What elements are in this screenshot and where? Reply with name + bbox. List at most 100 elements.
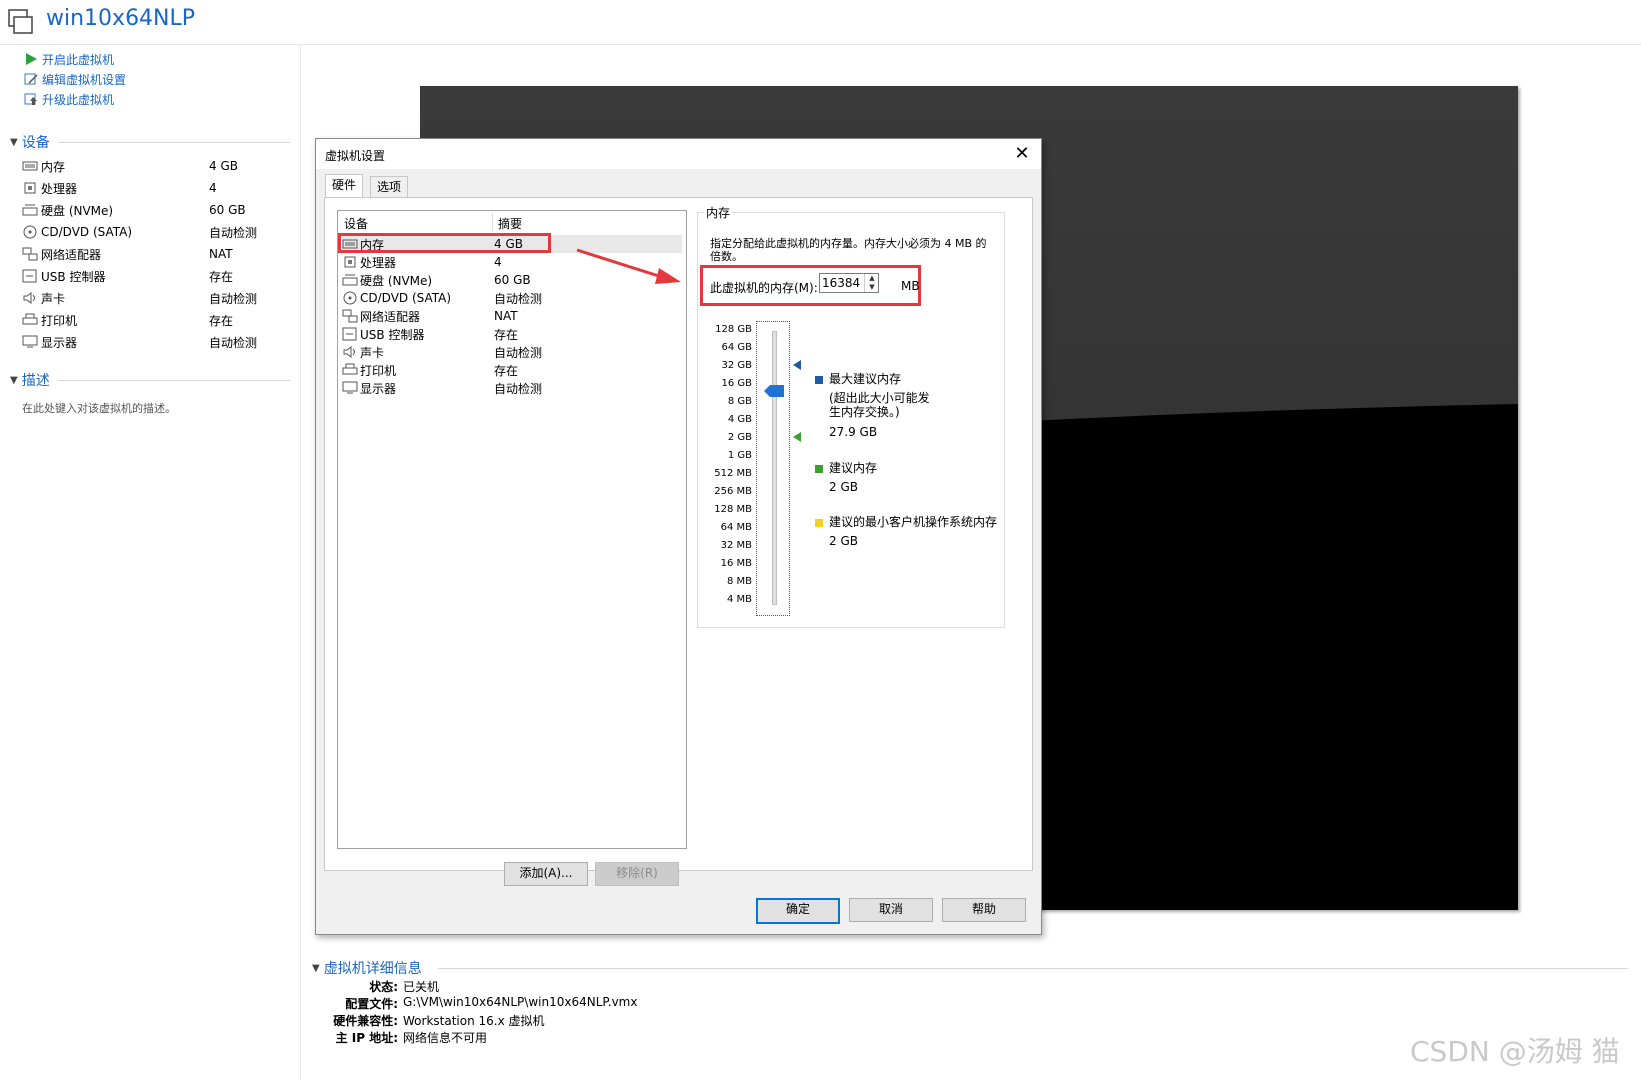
- device-row-display[interactable]: 显示器 自动检测: [22, 332, 292, 352]
- edit-settings-icon: [24, 73, 38, 85]
- scale-tick-label: 2 GB: [727, 432, 752, 443]
- section-divider: [438, 968, 1628, 969]
- device-row-memory[interactable]: 内存 4 GB: [22, 156, 292, 176]
- legend-minimum-title: 建议的最小客户机操作系统内存: [829, 515, 998, 529]
- devices-section-header[interactable]: ▼ 设备: [10, 132, 50, 152]
- network-adapter-icon: [22, 247, 38, 261]
- scale-tick-label: 4 GB: [727, 414, 752, 425]
- hard-disk-icon: [22, 204, 38, 216]
- edit-vm-settings-link[interactable]: 编辑虚拟机设置: [24, 70, 126, 88]
- tab-hardware[interactable]: 硬件: [325, 174, 364, 198]
- scale-tick-label: 256 MB: [714, 486, 752, 497]
- sound-card-icon: [343, 346, 355, 358]
- scale-tick-label: 8 MB: [726, 576, 752, 587]
- ok-button[interactable]: 确定: [756, 898, 840, 924]
- processor-icon: [24, 182, 36, 194]
- legend-recommended-title: 建议内存: [829, 461, 878, 475]
- close-icon[interactable]: ✕: [1011, 143, 1033, 165]
- cancel-button[interactable]: 取消: [849, 898, 933, 922]
- device-row-printer[interactable]: 打印机 存在: [22, 310, 292, 330]
- detail-row-ip-address: 主 IP 地址: 网络信息不可用: [335, 1031, 488, 1045]
- list-item-printer[interactable]: 打印机 存在: [342, 361, 682, 379]
- scale-tick-label: 64 GB: [721, 342, 752, 353]
- scale-tick-label: 16 MB: [720, 558, 752, 569]
- memory-description: 指定分配给此虚拟机的内存量。内存大小必须为 4 MB 的倍数。: [710, 237, 987, 263]
- description-section-header[interactable]: ▼ 描述: [10, 370, 50, 390]
- legend-recommended-value: 2 GB: [829, 480, 858, 494]
- device-row-network-adapter[interactable]: 网络适配器 NAT: [22, 244, 292, 264]
- scale-tick-label: 16 GB: [721, 378, 752, 389]
- detail-row-state: 状态: 已关机: [369, 980, 440, 994]
- remove-hardware-button[interactable]: 移除(R): [595, 862, 679, 886]
- description-placeholder[interactable]: 在此处键入对该虚拟机的描述。: [22, 400, 176, 416]
- cd-dvd-icon: [23, 225, 37, 239]
- hardware-tab-panel: 设备 摘要 内存 4 GB 处理器 4 硬盘 (NVMe) 60 GB CD/DVD …: [324, 197, 1033, 886]
- legend-swatch-max: [815, 376, 823, 384]
- memory-row-highlight: [338, 233, 551, 253]
- legend-max-note: (超出此大小可能发生内存交换。): [829, 391, 930, 419]
- device-row-hard-disk[interactable]: 硬盘 (NVMe) 60 GB: [22, 200, 292, 220]
- memory-group-title: 内存: [704, 204, 733, 221]
- spin-up-icon[interactable]: ▲: [865, 274, 879, 283]
- power-on-vm-link[interactable]: 开启此虚拟机: [24, 50, 114, 68]
- device-row-sound-card[interactable]: 声卡 自动检测: [22, 288, 292, 308]
- scale-tick-label: 64 MB: [720, 522, 752, 533]
- list-item-usb-controller[interactable]: USB 控制器 存在: [342, 325, 682, 343]
- list-item-cd-dvd[interactable]: CD/DVD (SATA) 自动检测: [342, 289, 682, 307]
- dialog-title: 虚拟机设置: [325, 149, 386, 163]
- scale-tick-label: 1 GB: [727, 450, 752, 461]
- printer-icon: [22, 313, 38, 325]
- scale-tick-label: 512 MB: [714, 468, 752, 479]
- network-adapter-icon: [342, 309, 358, 323]
- memory-field-label: 此虚拟机的内存(M):: [710, 281, 818, 295]
- memory-unit: MB: [901, 279, 920, 293]
- printer-icon: [342, 363, 358, 375]
- detail-row-config-file: 配置文件: G:\VM\win10x64NLP\win10x64NLP.vmx: [345, 995, 638, 1011]
- legend-minimum-value: 2 GB: [829, 534, 858, 548]
- column-header-device[interactable]: 设备: [344, 215, 368, 232]
- legend-swatch-minimum: [815, 519, 823, 527]
- vm-details-section-header[interactable]: ▼ 虚拟机详细信息: [312, 958, 422, 978]
- sound-card-icon: [23, 292, 35, 304]
- list-item-network-adapter[interactable]: 网络适配器 NAT: [342, 307, 682, 325]
- virtual-machine-icon: [8, 9, 33, 34]
- memory-spinner[interactable]: ▲ ▼: [864, 274, 879, 292]
- memory-slider-track[interactable]: [772, 331, 777, 605]
- scale-tick-label: 32 GB: [721, 360, 752, 371]
- memory-settings-group: 内存 指定分配给此虚拟机的内存量。内存大小必须为 4 MB 的倍数。 此虚拟机的…: [697, 204, 1005, 628]
- watermark: CSDN @汤姆 猫: [1410, 1035, 1620, 1068]
- display-icon: [22, 335, 38, 348]
- device-row-usb-controller[interactable]: USB 控制器 存在: [22, 266, 292, 286]
- tab-options[interactable]: 选项: [370, 176, 409, 198]
- list-item-sound-card[interactable]: 声卡 自动检测: [342, 343, 682, 361]
- section-divider: [58, 142, 290, 143]
- display-icon: [342, 381, 358, 394]
- help-button[interactable]: 帮助: [942, 898, 1026, 922]
- processor-icon: [344, 256, 356, 268]
- cd-dvd-icon: [343, 291, 357, 305]
- dialog-title-bar: 虚拟机设置 ✕: [316, 139, 1041, 169]
- collapse-triangle-icon: ▼: [10, 374, 18, 386]
- scale-tick-label: 32 MB: [720, 540, 752, 551]
- scale-tick-label: 128 MB: [714, 504, 752, 515]
- title-bar: win10x64NLP: [0, 0, 1641, 45]
- annotation-arrow-icon: [576, 248, 681, 284]
- device-row-cd-dvd[interactable]: CD/DVD (SATA) 自动检测: [22, 222, 292, 242]
- section-divider: [58, 380, 290, 381]
- memory-icon: [22, 161, 38, 171]
- vm-settings-dialog: 虚拟机设置 ✕ 硬件 选项 设备 摘要 内存 4 GB 处理器 4 硬盘 (NVMe…: [315, 138, 1042, 935]
- max-memory-marker-icon: [793, 360, 801, 370]
- usb-icon: [342, 327, 357, 341]
- usb-icon: [22, 269, 37, 283]
- list-item-display[interactable]: 显示器 自动检测: [342, 379, 682, 397]
- spin-down-icon[interactable]: ▼: [865, 283, 879, 292]
- add-hardware-button[interactable]: 添加(A)...: [504, 862, 588, 886]
- device-list[interactable]: 设备 摘要 内存 4 GB 处理器 4 硬盘 (NVMe) 60 GB CD/DVD …: [337, 210, 687, 849]
- legend-max-title: 最大建议内存: [829, 372, 902, 386]
- column-header-summary[interactable]: 摘要: [498, 215, 522, 232]
- collapse-triangle-icon: ▼: [312, 962, 320, 974]
- column-separator: [492, 213, 493, 231]
- recommended-memory-marker-icon: [793, 432, 801, 442]
- upgrade-vm-link[interactable]: 升级此虚拟机: [24, 90, 114, 108]
- device-row-processor[interactable]: 处理器 4: [22, 178, 292, 198]
